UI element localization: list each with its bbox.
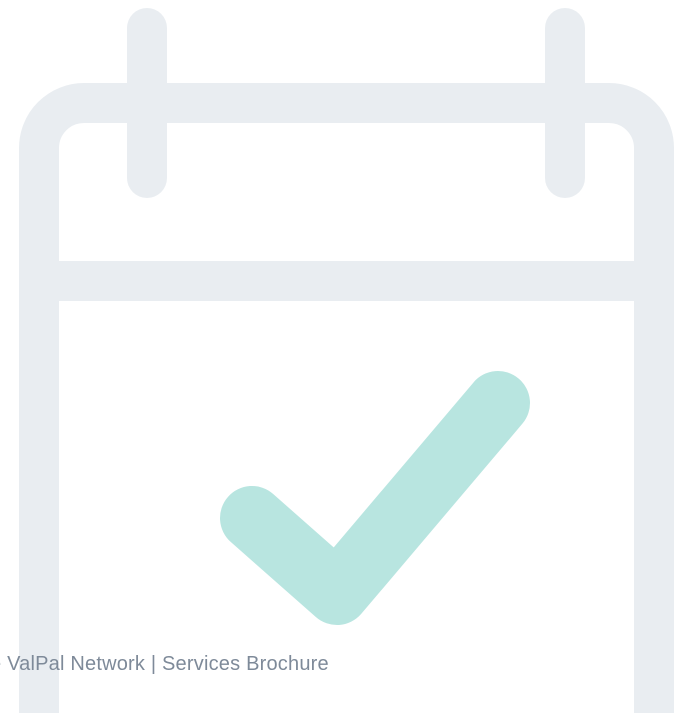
calendar-check-icon bbox=[19, 8, 674, 713]
checkmark-icon bbox=[220, 371, 530, 625]
calendar-divider bbox=[40, 261, 670, 301]
brochure-page: e ValPal Network | Services Brochure bbox=[0, 0, 694, 713]
footer-caption: e ValPal Network | Services Brochure bbox=[0, 653, 329, 675]
